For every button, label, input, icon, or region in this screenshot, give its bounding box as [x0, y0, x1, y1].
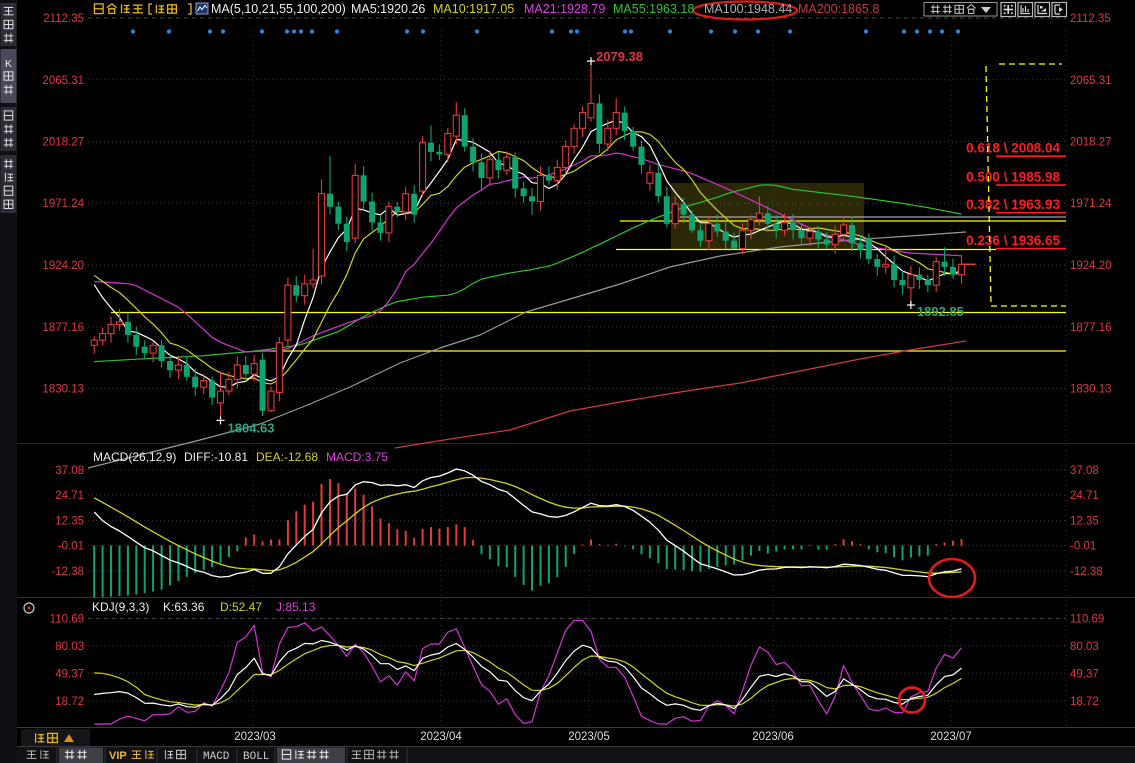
svg-text:0.618 \ 2008.04: 0.618 \ 2008.04	[966, 141, 1060, 156]
svg-text:J:85.13: J:85.13	[276, 600, 316, 614]
svg-text:2079.38: 2079.38	[596, 49, 643, 64]
svg-text:MA(5,10,21,55,100,200): MA(5,10,21,55,100,200)	[211, 2, 346, 16]
svg-text:1830.13: 1830.13	[1070, 384, 1112, 396]
svg-text:0.236 \ 1936.65: 0.236 \ 1936.65	[966, 233, 1060, 248]
svg-text:24.71: 24.71	[55, 490, 84, 502]
svg-text:KDJ(9,3,3): KDJ(9,3,3)	[92, 600, 149, 614]
svg-text:24.71: 24.71	[1070, 490, 1099, 502]
svg-text:MACD(26,12,9): MACD(26,12,9)	[93, 450, 176, 464]
svg-text:MA200:1865.8: MA200:1865.8	[798, 2, 879, 16]
svg-text:0.382 \ 1963.93: 0.382 \ 1963.93	[966, 197, 1060, 212]
svg-text:0.500 \ 1985.98: 0.500 \ 1985.98	[966, 170, 1060, 185]
svg-text:-0.01: -0.01	[58, 541, 84, 553]
svg-text:49.37: 49.37	[55, 668, 84, 680]
svg-text:2112.35: 2112.35	[43, 13, 84, 25]
svg-text:BOLL: BOLL	[243, 751, 269, 763]
svg-text:MACD:3.75: MACD:3.75	[326, 450, 388, 464]
svg-text:DIFF:-10.81: DIFF:-10.81	[184, 450, 248, 464]
svg-text:MA100:1948.44: MA100:1948.44	[704, 2, 792, 16]
svg-text:18.72: 18.72	[55, 696, 84, 708]
svg-text:1830.13: 1830.13	[42, 384, 84, 396]
svg-text:K:63.36: K:63.36	[163, 600, 205, 614]
svg-text:D:52.47: D:52.47	[220, 600, 262, 614]
svg-text:1924.20: 1924.20	[42, 260, 84, 272]
svg-text:80.03: 80.03	[55, 641, 84, 653]
svg-text:-12.38: -12.38	[51, 566, 84, 578]
svg-text:-12.38: -12.38	[1070, 566, 1103, 578]
svg-text:12.35: 12.35	[55, 515, 84, 527]
svg-text:2023/04: 2023/04	[420, 731, 462, 743]
svg-text:49.37: 49.37	[1070, 668, 1099, 680]
svg-text:MA10:1917.05: MA10:1917.05	[433, 2, 514, 16]
svg-text:2023/03: 2023/03	[234, 731, 276, 743]
svg-text:MA5:1920.26: MA5:1920.26	[351, 2, 425, 16]
svg-text:-0.01: -0.01	[1070, 541, 1096, 553]
svg-text:2023/06: 2023/06	[752, 731, 794, 743]
svg-text:80.03: 80.03	[1070, 641, 1099, 653]
svg-text:MA21:1928.79: MA21:1928.79	[524, 2, 605, 16]
svg-text:1924.20: 1924.20	[1070, 260, 1112, 272]
svg-text:1971.24: 1971.24	[42, 198, 84, 210]
svg-text:MACD: MACD	[203, 751, 230, 763]
svg-text:2065.31: 2065.31	[1070, 75, 1112, 87]
svg-text:2112.35: 2112.35	[1070, 13, 1111, 25]
svg-text:K: K	[5, 58, 12, 70]
svg-text:1892.85: 1892.85	[917, 304, 964, 319]
svg-text:110.69: 110.69	[50, 613, 84, 625]
svg-text:2065.31: 2065.31	[42, 75, 84, 87]
svg-text:1971.24: 1971.24	[1070, 198, 1112, 210]
svg-text:MA55:1963.18: MA55:1963.18	[613, 2, 694, 16]
svg-text:18.72: 18.72	[1070, 696, 1099, 708]
svg-text:1804.63: 1804.63	[228, 420, 275, 435]
svg-text:1877.16: 1877.16	[1070, 322, 1112, 334]
svg-text:37.08: 37.08	[55, 465, 84, 477]
svg-text:2018.27: 2018.27	[42, 137, 84, 149]
svg-text:37.08: 37.08	[1070, 465, 1099, 477]
svg-text:2018.27: 2018.27	[1070, 137, 1112, 149]
svg-text:1877.16: 1877.16	[42, 322, 84, 334]
svg-text:DEA:-12.68: DEA:-12.68	[256, 450, 318, 464]
svg-text:110.69: 110.69	[1070, 613, 1104, 625]
svg-text:2023/07: 2023/07	[930, 731, 972, 743]
svg-text:12.35: 12.35	[1070, 515, 1099, 527]
svg-text:VIP: VIP	[109, 750, 127, 762]
svg-text:2023/05: 2023/05	[568, 731, 610, 743]
